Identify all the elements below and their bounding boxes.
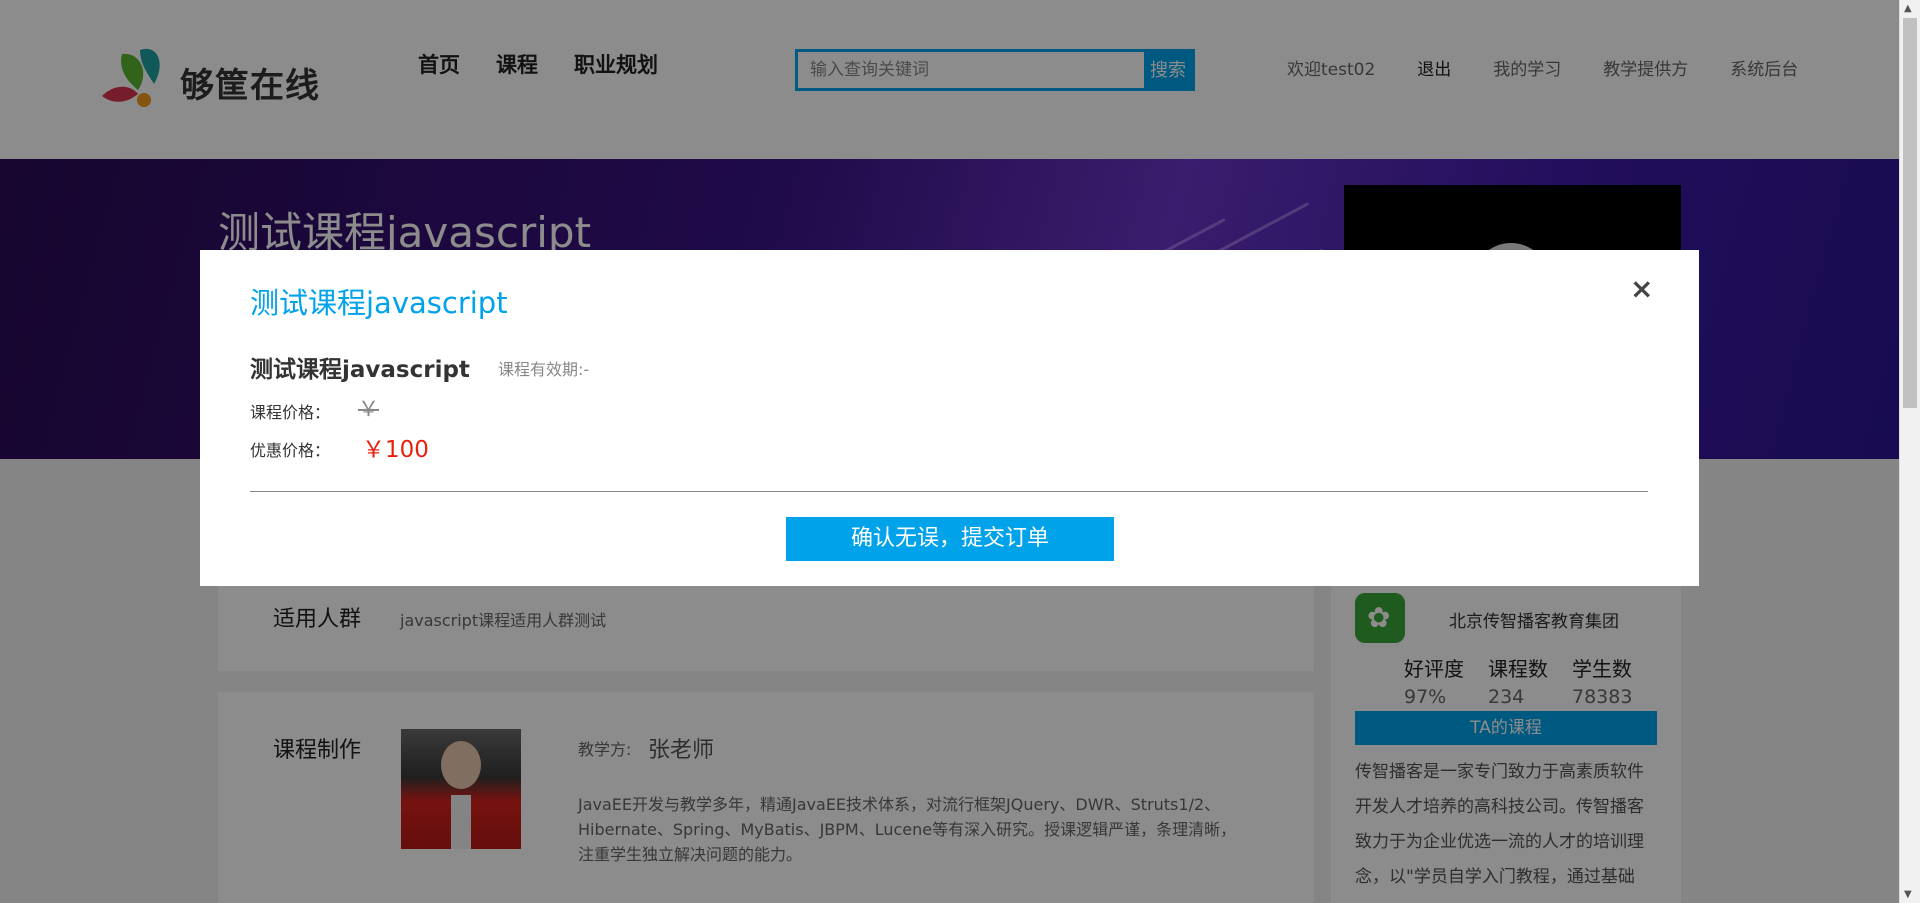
scroll-up-icon[interactable]: ▲ (1904, 3, 1912, 14)
course-validity: 课程有效期:- (498, 360, 590, 379)
close-icon[interactable]: × (1630, 275, 1653, 303)
discount-label: 优惠价格： (250, 441, 331, 460)
original-price: ￥ (358, 397, 379, 421)
modal-course-name: 测试课程javascript (250, 357, 470, 383)
price-label: 课程价格： (250, 403, 331, 422)
page-scrollbar[interactable]: ▲ ▼ (1899, 0, 1920, 903)
scroll-thumb[interactable] (1903, 18, 1917, 408)
discount-price: ￥100 (362, 437, 429, 463)
submit-order-button[interactable]: 确认无误，提交订单 (786, 517, 1114, 561)
scroll-down-icon[interactable]: ▼ (1904, 889, 1912, 900)
order-modal: 测试课程javascript × 测试课程javascript 课程有效期:- … (200, 250, 1699, 586)
modal-divider (250, 491, 1648, 492)
modal-title: 测试课程javascript (250, 286, 508, 320)
